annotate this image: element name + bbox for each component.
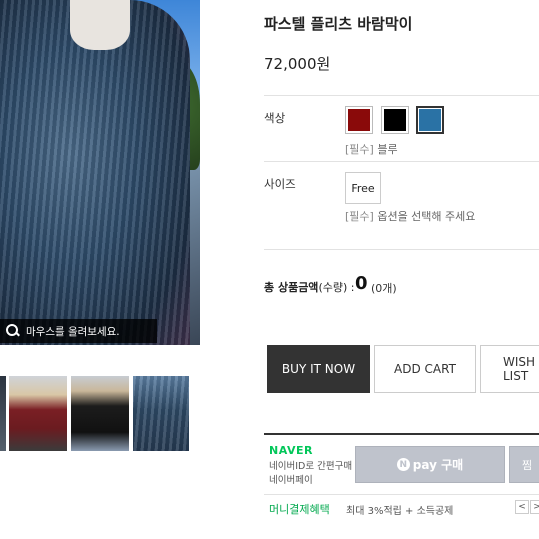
image-jacket: [0, 0, 190, 345]
benefit-next-arrow[interactable]: >: [530, 500, 539, 514]
zoom-hint-text: 마우스를 올려보세요.: [26, 325, 120, 338]
thumbnail-1[interactable]: [0, 376, 6, 451]
required-tag: [필수]: [345, 143, 374, 156]
size-hint-text: 옵션을 선택해 주세요: [377, 210, 476, 223]
divider: [264, 249, 539, 250]
swatch-fill-blue: [419, 109, 441, 131]
naver-logo: NAVER: [269, 444, 313, 457]
money-benefit-text: 최대 3%적립 + 소득공제: [346, 506, 454, 517]
naverpay-desc-1: 네이버ID로 간편구매: [269, 461, 353, 472]
add-cart-button[interactable]: ADD CART: [374, 345, 476, 393]
total-label-qty: (수량) :: [318, 281, 355, 294]
zoom-hint-banner: 마우스를 올려보세요.: [0, 319, 157, 343]
naverpay-zzim-button[interactable]: 찜: [509, 446, 539, 483]
wish-list-button[interactable]: WISH LIST: [480, 345, 539, 393]
naverpay-divider: [264, 433, 539, 435]
thumbnail-3[interactable]: [71, 376, 129, 451]
divider: [264, 161, 539, 162]
buy-now-button[interactable]: BUY IT NOW: [267, 345, 370, 393]
product-title: 파스텔 플리츠 바람막이: [264, 15, 413, 33]
color-swatch-blue[interactable]: [416, 106, 444, 134]
color-option-label: 색상: [264, 111, 286, 125]
size-option-label: 사이즈: [264, 177, 296, 191]
naverpay-buy-button[interactable]: N pay 구매: [355, 446, 505, 483]
color-selection-status: [필수] 블루: [345, 141, 398, 157]
thumbnail-4[interactable]: [133, 376, 189, 451]
total-label-bold: 총 상품금액: [264, 281, 319, 294]
main-product-image[interactable]: [0, 0, 200, 345]
size-selection-status: [필수] 옵션을 선택해 주세요: [345, 208, 475, 224]
swatch-fill-red: [348, 109, 370, 131]
thumbnail-2[interactable]: [9, 376, 67, 451]
color-swatch-black[interactable]: [381, 106, 409, 134]
magnifier-icon: [6, 324, 20, 338]
naverpay-desc-2: 네이버페이: [269, 475, 313, 486]
required-tag: [필수]: [345, 210, 374, 223]
divider: [264, 95, 539, 96]
size-option-free[interactable]: Free: [345, 172, 381, 204]
npay-label: pay 구매: [412, 458, 464, 472]
total-price-value: 0: [355, 273, 368, 294]
npay-n-icon: N: [396, 458, 410, 471]
image-face: [70, 0, 130, 50]
selected-color-text: 블루: [377, 143, 398, 156]
money-benefit-label: 머니결제혜택: [269, 503, 330, 516]
total-count: (0개): [371, 282, 397, 295]
color-swatch-red[interactable]: [345, 106, 373, 134]
divider: [264, 494, 539, 495]
swatch-fill-black: [384, 109, 406, 131]
total-price-label: 총 상품금액(수량) :: [264, 279, 354, 295]
product-price: 72,000원: [264, 55, 331, 73]
benefit-prev-arrow[interactable]: <: [515, 500, 529, 514]
